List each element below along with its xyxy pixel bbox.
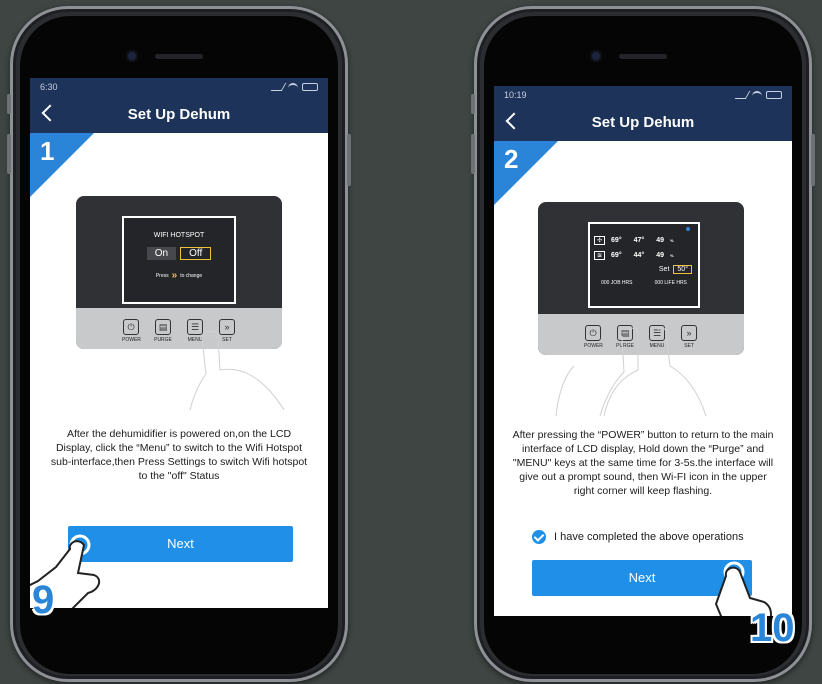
lcd-row1-unit: %	[670, 238, 674, 243]
purge-icon: ▤	[155, 319, 171, 335]
lcd-row1-mid: 47°	[633, 237, 645, 244]
step-badge-number: 10	[750, 606, 795, 650]
lcd-row2-unit: %	[670, 253, 674, 258]
lcd-row2-mid: 44°	[633, 252, 645, 259]
app-screen-step-2: 10:19 Set Up Dehum 2 ✣ 69° 47° 49 % ≋ 69…	[494, 86, 792, 616]
checkmark-icon[interactable]	[532, 530, 546, 544]
lcd-display: WIFI HOTSPOT On Off Press » to change	[122, 216, 236, 304]
back-arrow-icon[interactable]	[505, 112, 523, 130]
wifi-indicator-dot	[686, 227, 690, 231]
lcd-off-option: Off	[180, 247, 212, 260]
battery-icon	[302, 83, 318, 91]
dehumidifier-panel-illustration: WIFI HOTSPOT On Off Press » to change ⏻ P…	[76, 196, 282, 349]
lcd-row2-humidity: 49	[656, 252, 665, 259]
signal-icon	[270, 83, 287, 91]
pointing-hand-icon	[189, 330, 285, 410]
checkbox-label: I have completed the above operations	[554, 531, 744, 543]
purge-button-label: PURGE	[154, 337, 172, 343]
speaker-grille	[619, 54, 667, 59]
lcd-life-hrs: 000 LIFE HRS	[654, 280, 687, 286]
lcd-job-hrs: 000 JOB HRS	[601, 280, 633, 286]
lcd-display: ✣ 69° 47° 49 % ≋ 69° 44° 49 % Set 50° 00…	[588, 222, 700, 308]
nav-bar: Set Up Dehum	[494, 104, 792, 141]
lcd-row2-temp: 69°	[611, 252, 622, 259]
completed-checkbox-row[interactable]: I have completed the above operations	[532, 530, 744, 544]
lcd-set-value: 50°	[673, 265, 692, 274]
lcd-row1-temp: 69°	[611, 237, 622, 244]
battery-icon	[766, 91, 782, 99]
status-time: 6:30	[40, 82, 58, 92]
lcd-set-label: Set	[658, 266, 670, 273]
lcd-row1-humidity: 49	[656, 237, 665, 244]
lcd-press-label: Press	[155, 272, 169, 279]
instruction-text: After pressing the “POWER” button to ret…	[512, 429, 774, 497]
step-number: 2	[504, 144, 519, 174]
front-camera-icon	[128, 52, 136, 60]
wifi-icon	[288, 83, 298, 91]
page-title: Set Up Dehum	[591, 114, 695, 131]
app-screen-step-1: 6:30 Set Up Dehum 1 WIFI HOTSPOT On Off …	[30, 78, 328, 608]
phone-left: 6:30 Set Up Dehum 1 WIFI HOTSPOT On Off …	[7, 6, 351, 682]
wifi-icon	[752, 91, 762, 99]
lcd-heading: WIFI HOTSPOT	[153, 232, 205, 239]
fan-icon: ✣	[594, 236, 606, 245]
phone-right: 10:19 Set Up Dehum 2 ✣ 69° 47° 49 % ≋ 69…	[471, 6, 815, 682]
signal-icon	[734, 91, 751, 99]
nav-bar: Set Up Dehum	[30, 96, 328, 133]
power-button-label: POWER	[122, 337, 141, 343]
instruction-text: After the dehumidifier is powered on,on …	[50, 428, 308, 482]
pointing-hands-icon	[555, 327, 707, 416]
heat-icon: ≋	[594, 251, 606, 260]
front-camera-icon	[592, 52, 600, 60]
page-title: Set Up Dehum	[127, 106, 231, 123]
back-arrow-icon[interactable]	[41, 104, 59, 122]
step-badge-number: 9	[32, 578, 55, 622]
speaker-grille	[155, 54, 203, 59]
status-bar: 10:19	[494, 86, 792, 104]
status-bar: 6:30	[30, 78, 328, 96]
chevron-right-icon: »	[171, 270, 178, 281]
power-icon: ⏻	[123, 319, 139, 335]
status-time: 10:19	[504, 90, 527, 100]
lcd-on-option: On	[146, 247, 177, 260]
lcd-change-label: to change	[180, 272, 203, 279]
step-number: 1	[40, 136, 55, 166]
